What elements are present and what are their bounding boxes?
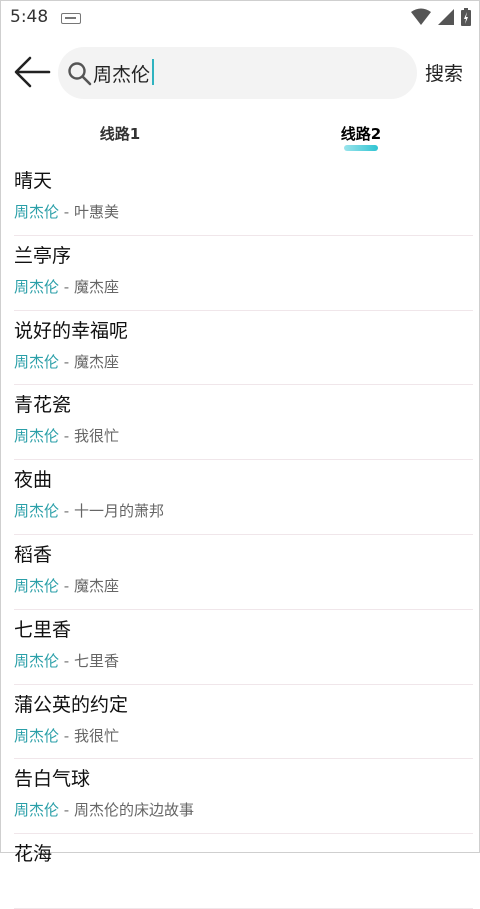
search-header: 搜索 [1, 41, 479, 105]
song-artist: 周杰伦 [14, 427, 60, 446]
song-album: 七里香 [73, 651, 119, 670]
song-album: 我很忙 [73, 427, 119, 446]
song-separator: - [59, 502, 74, 521]
keyboard-icon [61, 13, 81, 24]
song-separator: - [59, 203, 74, 221]
song-meta: 周杰伦 - 我很忙 [14, 725, 119, 746]
song-separator: - [59, 427, 74, 446]
song-separator: - [59, 651, 74, 670]
song-meta: 周杰伦 - 魔杰座 [14, 575, 119, 596]
tab-route-2[interactable]: 线路2 [341, 123, 381, 144]
song-meta: 周杰伦 - 魔杰座 [14, 276, 119, 297]
song-title: 兰亭序 [14, 244, 72, 267]
text-cursor [152, 59, 154, 85]
song-separator: - [59, 277, 74, 296]
song-artist: 周杰伦 [14, 651, 60, 670]
song-separator: - [59, 726, 74, 745]
status-time: 5:48 [10, 7, 49, 27]
song-item[interactable]: 蒲公英的约定 周杰伦 - 我很忙 [14, 685, 473, 760]
song-separator: - [59, 801, 74, 820]
search-box[interactable] [58, 47, 417, 99]
song-meta: 周杰伦 - 七里香 [14, 650, 119, 671]
song-item[interactable]: 青花瓷 周杰伦 - 我很忙 [14, 385, 473, 461]
active-tab-indicator [344, 145, 378, 151]
song-album: 叶惠美 [73, 203, 119, 221]
song-item[interactable]: 花海 [14, 834, 473, 909]
back-arrow-icon [14, 56, 51, 88]
song-meta: 周杰伦 - 十一月的萧邦 [14, 500, 164, 521]
tab-route-1[interactable]: 线路1 [100, 123, 140, 144]
song-album: 我很忙 [73, 726, 119, 745]
song-meta: 周杰伦 - 叶惠美 [14, 201, 119, 222]
song-item[interactable]: 晴天 周杰伦 - 叶惠美 [14, 161, 473, 236]
song-artist: 周杰伦 [14, 576, 60, 595]
song-title: 告白气球 [14, 768, 91, 791]
status-bar: 5:48 [1, 1, 479, 35]
song-artist: 周杰伦 [14, 352, 60, 371]
song-album: 魔杰座 [73, 352, 119, 371]
status-icons [411, 8, 471, 26]
song-item[interactable]: 七里香 周杰伦 - 七里香 [14, 610, 473, 685]
song-artist: 周杰伦 [14, 801, 60, 820]
song-item[interactable]: 兰亭序 周杰伦 - 魔杰座 [14, 236, 473, 311]
song-album: 魔杰座 [73, 576, 119, 595]
song-artist: 周杰伦 [14, 277, 60, 296]
song-title: 蒲公英的约定 [14, 693, 129, 716]
battery-icon [461, 8, 471, 26]
song-separator: - [59, 576, 74, 595]
signal-icon [438, 9, 454, 25]
song-meta: 周杰伦 - 周杰伦的床边故事 [14, 799, 194, 820]
song-album: 十一月的萧邦 [73, 502, 164, 521]
song-list: 晴天 周杰伦 - 叶惠美 兰亭序 周杰伦 - 魔杰座 说好的幸福呢 周杰伦 - … [1, 161, 479, 909]
search-input[interactable] [93, 59, 393, 87]
song-artist: 周杰伦 [14, 203, 60, 221]
back-button[interactable] [13, 55, 53, 91]
song-meta: 周杰伦 - 魔杰座 [14, 351, 119, 372]
song-artist: 周杰伦 [14, 502, 60, 521]
search-button[interactable]: 搜索 [425, 59, 463, 86]
song-title: 说好的幸福呢 [14, 319, 129, 342]
song-title: 青花瓷 [14, 394, 72, 417]
song-title: 稻香 [14, 543, 53, 566]
wifi-icon [411, 8, 431, 25]
route-tabs: 线路1 线路2 [1, 119, 479, 159]
song-meta: 周杰伦 - 我很忙 [14, 425, 119, 446]
song-artist: 周杰伦 [14, 726, 60, 745]
song-item[interactable]: 夜曲 周杰伦 - 十一月的萧邦 [14, 460, 473, 535]
song-title: 晴天 [14, 170, 53, 192]
search-icon [68, 62, 92, 86]
song-title: 七里香 [14, 618, 72, 641]
song-separator: - [59, 352, 74, 371]
song-title: 夜曲 [14, 469, 53, 492]
song-item[interactable]: 说好的幸福呢 周杰伦 - 魔杰座 [14, 311, 473, 386]
song-album: 周杰伦的床边故事 [73, 801, 194, 820]
song-item[interactable]: 稻香 周杰伦 - 魔杰座 [14, 535, 473, 610]
song-item[interactable]: 告白气球 周杰伦 - 周杰伦的床边故事 [14, 759, 473, 835]
song-album: 魔杰座 [73, 277, 119, 296]
